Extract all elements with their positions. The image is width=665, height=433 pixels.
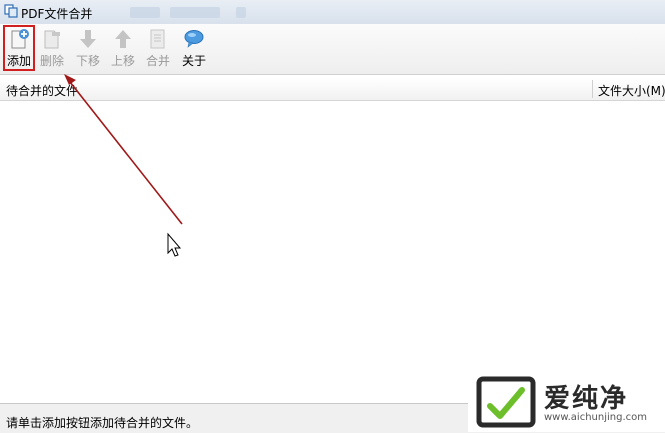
blurred-tab	[130, 7, 160, 18]
merge-icon	[150, 29, 165, 49]
move-up-button[interactable]: 上移	[107, 26, 139, 72]
move-down-label: 下移	[75, 54, 100, 68]
window-title: PDF文件合并	[21, 7, 93, 21]
about-label: 关于	[181, 54, 206, 68]
column-divider[interactable]	[592, 80, 593, 98]
watermark: 爱纯净 www.aichunjing.com	[468, 372, 665, 432]
app-icon	[4, 4, 18, 18]
merge-button[interactable]: 合并	[142, 26, 174, 72]
watermark-brand: 爱纯净	[544, 384, 629, 414]
about-button[interactable]: 关于	[178, 26, 210, 72]
title-bar: PDF文件合并	[0, 0, 665, 25]
column-header-size[interactable]: 文件大小(M)	[598, 82, 665, 99]
watermark-logo-icon	[476, 376, 536, 428]
merge-label: 合并	[145, 54, 170, 68]
blurred-tab	[236, 7, 246, 18]
speech-bubble-icon	[184, 30, 204, 48]
status-text: 请单击添加按钮添加待合并的文件。	[6, 416, 199, 430]
move-down-button[interactable]: 下移	[72, 26, 104, 72]
blurred-tab	[170, 7, 220, 18]
move-up-label: 上移	[110, 54, 135, 68]
file-list-header: 待合并的文件 文件大小(M)	[0, 78, 665, 101]
watermark-url: www.aichunjing.com	[544, 412, 647, 423]
toolbar: 添加 删除 下移 上移 合并 关于	[0, 24, 665, 75]
column-header-file[interactable]: 待合并的文件	[6, 82, 78, 99]
arrow-down-icon	[80, 30, 96, 48]
delete-label: 删除	[39, 54, 64, 68]
arrow-up-icon	[115, 30, 131, 48]
delete-button[interactable]: 删除	[36, 26, 68, 72]
delete-file-icon	[44, 30, 60, 49]
add-highlight-box	[3, 25, 35, 71]
file-list[interactable]	[0, 101, 665, 403]
